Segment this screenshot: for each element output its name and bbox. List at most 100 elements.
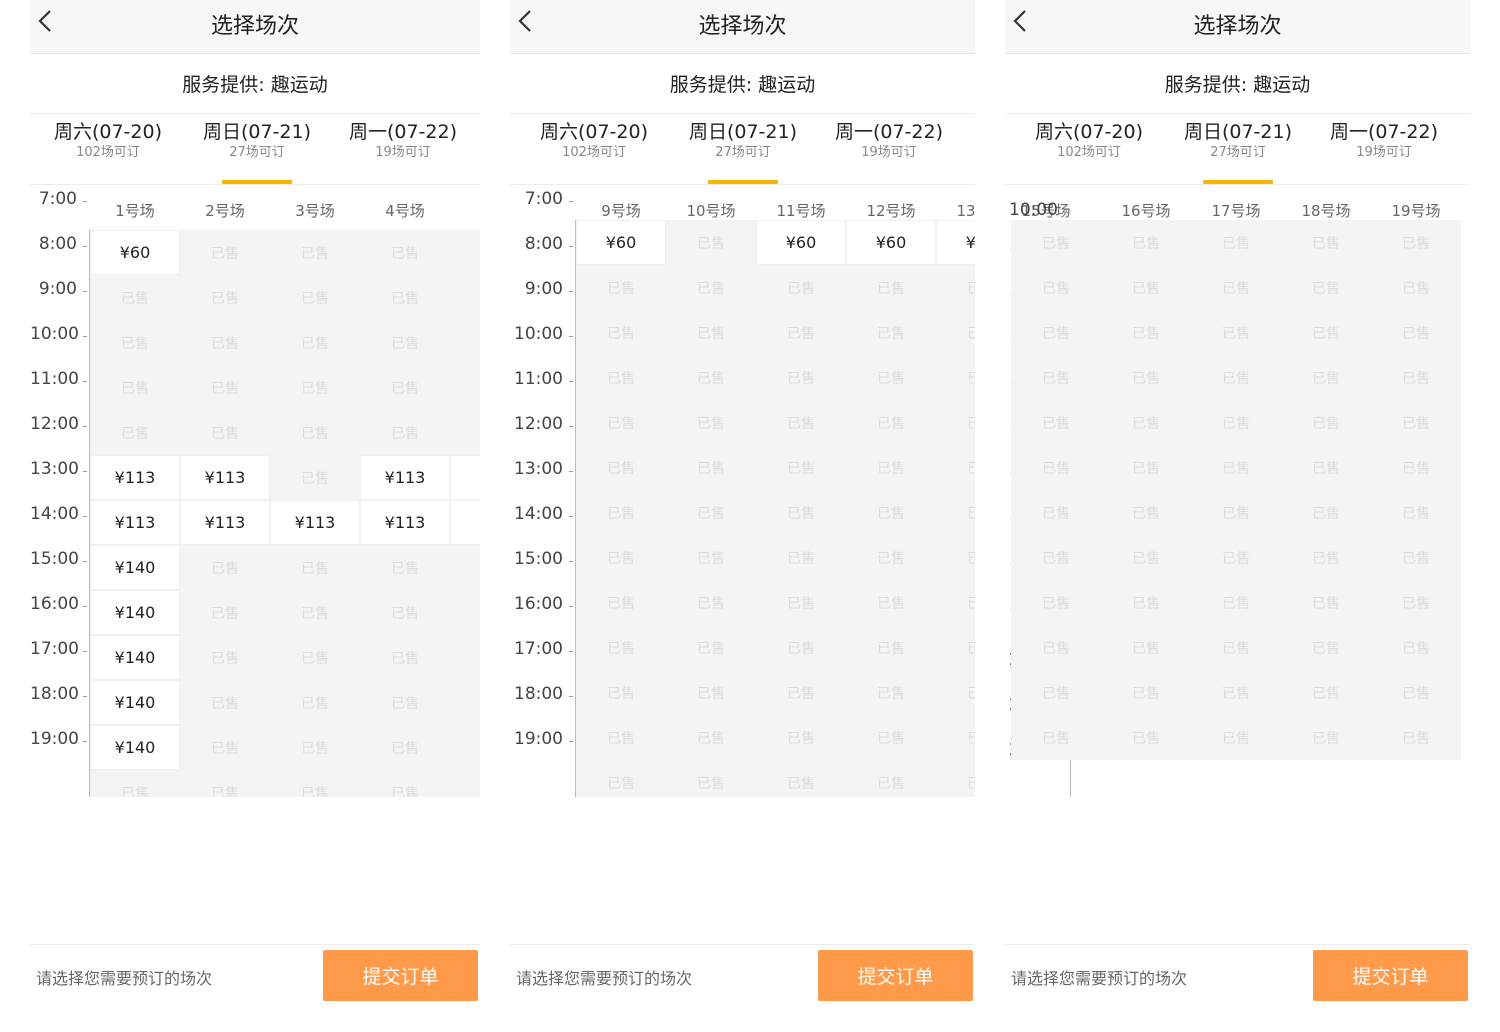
time-tick: [569, 201, 573, 202]
slot-sold: 已售: [1371, 445, 1461, 490]
slot-available[interactable]: ¥140: [90, 725, 180, 770]
slot-available[interactable]: ¥60: [576, 220, 666, 265]
time-tick: [1064, 212, 1068, 213]
slot-sold: 已售: [1011, 355, 1101, 400]
slot-sold: 已售: [756, 535, 846, 580]
court-header: 10号场: [686, 202, 736, 220]
slot-sold: 已售: [1101, 490, 1191, 535]
slot-sold: 已售: [936, 670, 975, 715]
time-label: 12:00: [30, 414, 79, 434]
submit-order-button[interactable]: 提交订单: [323, 950, 478, 1001]
slot-available[interactable]: ¥113: [90, 455, 180, 500]
time-label: 17:00: [514, 639, 563, 659]
time-label: 13:00: [30, 459, 79, 479]
slot-sold: 已售: [1011, 220, 1101, 265]
time-label: 15:00: [30, 549, 79, 569]
tab-day-2[interactable]: 周一(07-22) 19场可订: [814, 119, 964, 161]
slot-available[interactable]: ¥113: [90, 500, 180, 545]
service-provider: 服务提供: 趣运动: [182, 74, 328, 96]
tab-day-1[interactable]: 周日(07-21) 27场可订: [1163, 119, 1313, 161]
slot-available[interactable]: ¥113: [360, 500, 450, 545]
slot-available[interactable]: ¥60: [756, 220, 846, 265]
slot-sold: 已售: [360, 365, 450, 410]
slot-available[interactable]: ¥60: [846, 220, 936, 265]
court-header: 17号场: [1211, 202, 1261, 220]
day-label: 周日(07-21): [688, 121, 798, 143]
slot-sold: 已售: [846, 355, 936, 400]
submit-order-button[interactable]: 提交订单: [818, 950, 973, 1001]
slot-sold: 已售: [576, 670, 666, 715]
time-tick: [83, 606, 87, 607]
slot-sold: 已售: [936, 445, 975, 490]
nav-bar: 选择场次: [1005, 0, 1470, 54]
slot-available[interactable]: ¥: [450, 500, 480, 545]
slot-available[interactable]: ¥60: [936, 220, 975, 265]
day-label: 周一(07-22): [348, 121, 458, 143]
slot-sold: 已售: [1011, 535, 1101, 580]
slot-sold: 已售: [360, 275, 450, 320]
slot-sold: 已售: [666, 445, 756, 490]
time-tick: [569, 426, 573, 427]
slot-sold: 已售: [1371, 265, 1461, 310]
selection-hint: 请选择您需要预订的场次: [516, 969, 693, 988]
selection-hint: 请选择您需要预订的场次: [36, 969, 213, 988]
slot-sold: 已售: [270, 455, 360, 500]
slot-sold: 已售: [846, 535, 936, 580]
slot-sold: 已售: [1191, 580, 1281, 625]
slot-sold: 已售: [936, 715, 975, 760]
court-header: 18号场: [1301, 202, 1351, 220]
court-header: 5: [450, 200, 480, 218]
time-label: 18:00: [30, 684, 79, 704]
slot-sold: 已售: [1101, 715, 1191, 760]
slot-sold: 已售: [576, 265, 666, 310]
slot-available[interactable]: ¥140: [90, 590, 180, 635]
time-label: 10:00: [1009, 200, 1058, 220]
slot-available[interactable]: ¥113: [180, 500, 270, 545]
tab-day-2[interactable]: 周一(07-22) 19场可订: [328, 119, 478, 161]
schedule-grid: 15号场16号场17号场18号场19号场10:0011:0012:0013:00…: [1005, 185, 1470, 797]
tab-day-1[interactable]: 周日(07-21) 27场可订: [668, 119, 818, 161]
slot-available[interactable]: ¥60: [90, 230, 180, 275]
tab-day-1[interactable]: 周日(07-21) 27场可订: [182, 119, 332, 161]
submit-order-button[interactable]: 提交订单: [1313, 950, 1468, 1001]
slot-sold: 已售: [1281, 535, 1371, 580]
slot-available[interactable]: ¥140: [90, 680, 180, 725]
slot-sold: 已售: [1281, 445, 1371, 490]
slot-sold: 已售: [1281, 490, 1371, 535]
slot-sold: 已售: [846, 670, 936, 715]
slot-sold: 已售: [576, 535, 666, 580]
slot-sold: 已售: [936, 625, 975, 670]
slot-sold: 已售: [756, 580, 846, 625]
tab-day-0[interactable]: 周六(07-20) 102场可订: [33, 119, 183, 161]
slot-sold: 已售: [1191, 265, 1281, 310]
slot-sold: 已售: [756, 670, 846, 715]
slot-sold: 已售: [666, 760, 756, 797]
tab-day-0[interactable]: 周六(07-20) 102场可订: [1014, 119, 1164, 161]
day-availability: 19场可订: [375, 145, 431, 160]
time-label: 8:00: [524, 234, 563, 254]
time-label: 7:00: [38, 189, 77, 209]
time-tick: [83, 246, 87, 247]
slot-sold: 已售: [270, 320, 360, 365]
slot-available[interactable]: ¥113: [360, 455, 450, 500]
slot-sold: 已售: [270, 635, 360, 680]
time-tick: [83, 471, 87, 472]
tab-day-0[interactable]: 周六(07-20) 102场可订: [519, 119, 669, 161]
slot-sold: 已售: [846, 310, 936, 355]
slot-sold: 已售: [1101, 355, 1191, 400]
slot-sold: 已售: [270, 545, 360, 590]
slot-sold: 已售: [90, 770, 180, 797]
slot-sold: 已售: [270, 590, 360, 635]
slot-available[interactable]: ¥113: [270, 500, 360, 545]
tab-day-2[interactable]: 周一(07-22) 19场可订: [1309, 119, 1459, 161]
slot-sold: 已售: [180, 410, 270, 455]
slot-available[interactable]: ¥140: [90, 635, 180, 680]
day-availability: 102场可订: [562, 145, 626, 160]
slot-sold: 已售: [756, 490, 846, 535]
slot-available[interactable]: ¥140: [90, 545, 180, 590]
schedule-grid: 9号场 10号场 11号场 12号场 13号场 7:00 8:00 9:00 10:00 11:0…: [510, 185, 975, 797]
time-tick: [569, 561, 573, 562]
time-tick: [83, 696, 87, 697]
slot-available[interactable]: ¥: [450, 455, 480, 500]
slot-available[interactable]: ¥113: [180, 455, 270, 500]
